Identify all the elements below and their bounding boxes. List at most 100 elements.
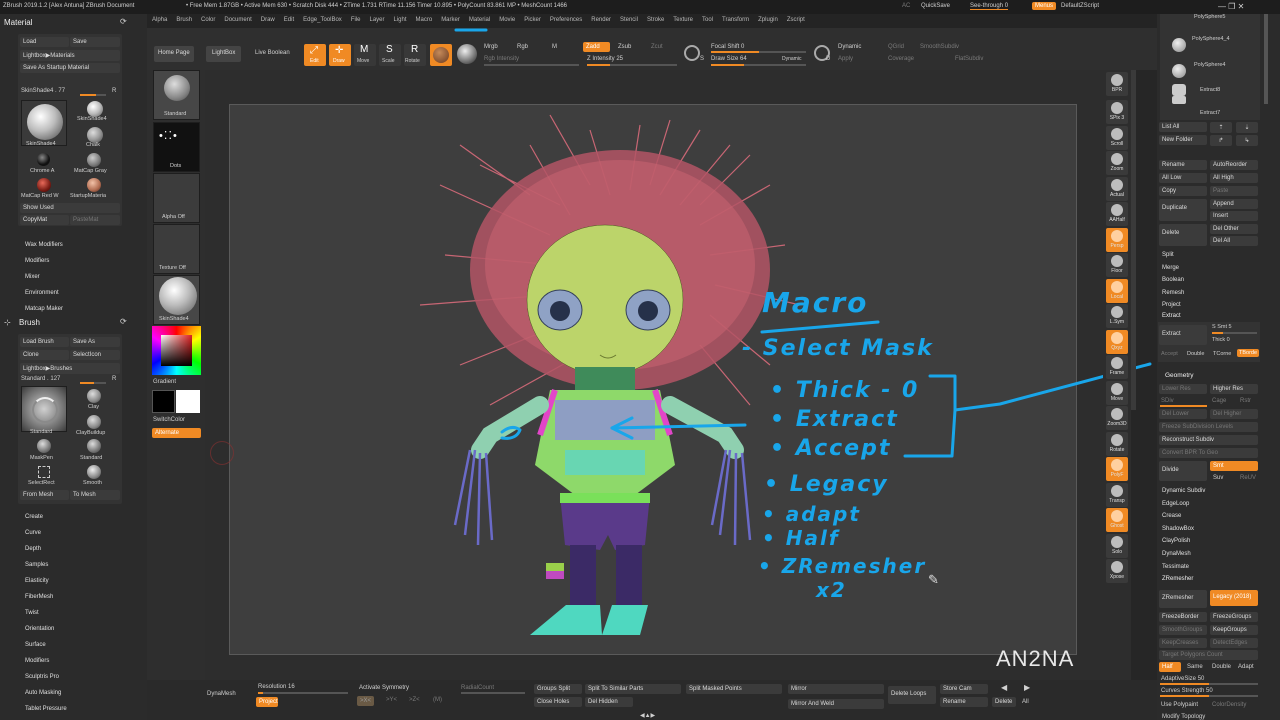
dynamesh-button[interactable]: DynaMesh	[207, 691, 236, 697]
rstr-toggle[interactable]: Rstr	[1240, 398, 1251, 404]
thick-slider[interactable]: Thick 0	[1212, 337, 1230, 343]
geometry-section-dynamic-subdiv[interactable]: Dynamic Subdiv	[1162, 485, 1205, 498]
brush-section-elasticity[interactable]: Elasticity	[25, 573, 67, 589]
selecticon-button[interactable]: SelectIcon	[70, 350, 120, 360]
material-mode-button[interactable]	[430, 44, 452, 66]
zremesher-button[interactable]: ZRemesher	[1159, 590, 1207, 608]
brush-section-depth[interactable]: Depth	[25, 541, 67, 557]
rename-cam-button[interactable]: Rename	[940, 697, 988, 707]
dynamic-toggle-small[interactable]: Dynamic	[782, 56, 801, 62]
del-lower-button[interactable]: Del Lower	[1159, 409, 1207, 419]
menu-item-stencil[interactable]: Stencil	[620, 17, 638, 23]
new-folder-button[interactable]: New Folder	[1159, 135, 1207, 145]
all-high-button[interactable]: All High	[1210, 173, 1258, 183]
brush-section-surface[interactable]: Surface	[25, 637, 67, 653]
right-tool-polyf[interactable]: PolyF	[1106, 457, 1128, 481]
double-zremesh-toggle[interactable]: Double	[1212, 664, 1231, 670]
show-used-button[interactable]: Show Used	[20, 203, 120, 213]
sym-z-toggle[interactable]: >Z<	[409, 697, 420, 703]
to-mesh-button[interactable]: To Mesh	[70, 490, 120, 500]
default-zscript[interactable]: DefaultZScript	[1061, 3, 1099, 9]
split-similar-button[interactable]: Split To Similar Parts	[585, 684, 681, 694]
focal-shift-icon[interactable]	[684, 45, 700, 61]
paste-button[interactable]: Paste	[1210, 186, 1258, 196]
scale-mode-button[interactable]: S Scale	[379, 44, 401, 66]
brush-section-modifiers[interactable]: Modifiers	[25, 653, 67, 669]
selectrect-brush-icon[interactable]	[38, 466, 50, 478]
freeze-subdiv-button[interactable]: Freeze SubDivision Levels	[1159, 422, 1258, 432]
subtool-section-split[interactable]: Split	[1162, 249, 1184, 262]
smoothsubdiv-button[interactable]: SmoothSubdiv	[920, 44, 959, 50]
menu-item-file[interactable]: File	[351, 17, 361, 23]
menu-item-preferences[interactable]: Preferences	[550, 17, 582, 23]
smt-toggle[interactable]: Smt	[1210, 461, 1258, 471]
mirror-button[interactable]: Mirror	[788, 684, 884, 694]
apply-button[interactable]: Apply	[838, 56, 853, 62]
target-polygons-slider[interactable]: Target Polygons Count	[1159, 650, 1258, 660]
subtool-section-project[interactable]: Project	[1162, 299, 1184, 312]
split-masked-button[interactable]: Split Masked Points	[686, 684, 782, 694]
draw-mode-button[interactable]: ✛ Draw	[329, 44, 351, 66]
home-page-button[interactable]: Home Page	[154, 46, 194, 62]
pastemat-button[interactable]: PasteMat	[70, 215, 120, 225]
tborder-toggle[interactable]: TBorde	[1237, 349, 1260, 357]
del-hidden-button[interactable]: Del Hidden	[585, 697, 633, 707]
list-all-button[interactable]: List All	[1159, 122, 1207, 132]
shelf-texture-thumb[interactable]: Texture Off	[153, 224, 200, 274]
subtool-item-5[interactable]: Extract7	[1160, 96, 1260, 120]
geometry-section-edgeloop[interactable]: EdgeLoop	[1162, 498, 1205, 511]
draw-size-slider[interactable]: Draw Size 64	[711, 56, 747, 62]
menu-item-layer[interactable]: Layer	[369, 17, 384, 23]
subtool-item-2[interactable]: PolySphere4_4	[1160, 34, 1260, 58]
use-polypaint-toggle[interactable]: Use Polypaint	[1161, 702, 1198, 708]
folder-move-down-button[interactable]: ↳	[1236, 135, 1258, 146]
all-cam-toggle[interactable]: All	[1022, 699, 1029, 705]
load-brush-button[interactable]: Load Brush	[20, 337, 69, 347]
main-color-swatch[interactable]	[152, 390, 175, 413]
menu-item-marker[interactable]: Marker	[441, 17, 460, 23]
freezegroups-toggle[interactable]: FreezeGroups	[1210, 612, 1258, 622]
divide-button[interactable]: Divide	[1159, 461, 1207, 481]
brush-r-toggle[interactable]: R	[112, 376, 116, 382]
lightbox-button[interactable]: LightBox	[206, 46, 242, 62]
mrgb-toggle[interactable]: Mrgb	[484, 44, 498, 50]
material-load-button[interactable]: Load	[20, 37, 69, 47]
zcut-toggle[interactable]: Zcut	[651, 44, 663, 50]
subtool-section-merge[interactable]: Merge	[1162, 262, 1184, 275]
store-cam-button[interactable]: Store Cam	[940, 684, 988, 694]
brush-section-fibermesh[interactable]: FiberMesh	[25, 589, 67, 605]
right-tool-transp[interactable]: Transp	[1106, 482, 1128, 507]
del-higher-button[interactable]: Del Higher	[1210, 409, 1258, 419]
freezeborder-toggle[interactable]: FreezeBorder	[1159, 612, 1207, 622]
skinshade-slider[interactable]: SkinShade4 . 77	[21, 88, 65, 94]
del-other-button[interactable]: Del Other	[1210, 224, 1258, 234]
menu-item-draw[interactable]: Draw	[261, 17, 275, 23]
mirror-weld-button[interactable]: Mirror And Weld	[788, 699, 884, 709]
keepcreases-toggle[interactable]: KeepCreases	[1159, 638, 1207, 648]
gradient-label[interactable]: Gradient	[153, 379, 176, 385]
next-cam-icon[interactable]: ▶	[1024, 683, 1030, 692]
subtool-section-remesh[interactable]: Remesh	[1162, 287, 1184, 300]
smoothgroups-slider[interactable]: SmoothGroups	[1159, 625, 1207, 635]
append-button[interactable]: Append	[1210, 199, 1258, 209]
groups-split-button[interactable]: Groups Split	[534, 684, 582, 694]
quicksave-button[interactable]: QuickSave	[921, 3, 950, 9]
move-mode-button[interactable]: M Move	[354, 44, 376, 66]
resolution-slider[interactable]: Resolution 16	[258, 684, 295, 690]
brush-section-samples[interactable]: Samples	[25, 557, 67, 573]
move-down-button[interactable]: ⇣	[1236, 122, 1258, 133]
material-panel-title[interactable]: Material	[4, 18, 32, 27]
menu-item-edit[interactable]: Edit	[284, 17, 294, 23]
right-tool-aahalf[interactable]: AAHalf	[1106, 202, 1128, 226]
right-tool-l-sym[interactable]: L.Sym	[1106, 304, 1128, 328]
right-tool-frame[interactable]: Frame	[1106, 355, 1128, 379]
extract-button[interactable]: Extract	[1159, 325, 1207, 345]
duplicate-button[interactable]: Duplicate	[1159, 199, 1207, 221]
geometry-section-crease[interactable]: Crease	[1162, 510, 1205, 523]
right-tool-zoom3d[interactable]: Zoom3D	[1106, 406, 1128, 430]
right-tool-zoom[interactable]: Zoom	[1106, 151, 1128, 175]
lightbox-materials-button[interactable]: Lightbox▶Materials	[20, 50, 120, 61]
menu-item-tool[interactable]: Tool	[702, 17, 713, 23]
brush-section-sculptris-pro[interactable]: Sculptris Pro	[25, 669, 67, 685]
menu-item-brush[interactable]: Brush	[176, 17, 192, 23]
